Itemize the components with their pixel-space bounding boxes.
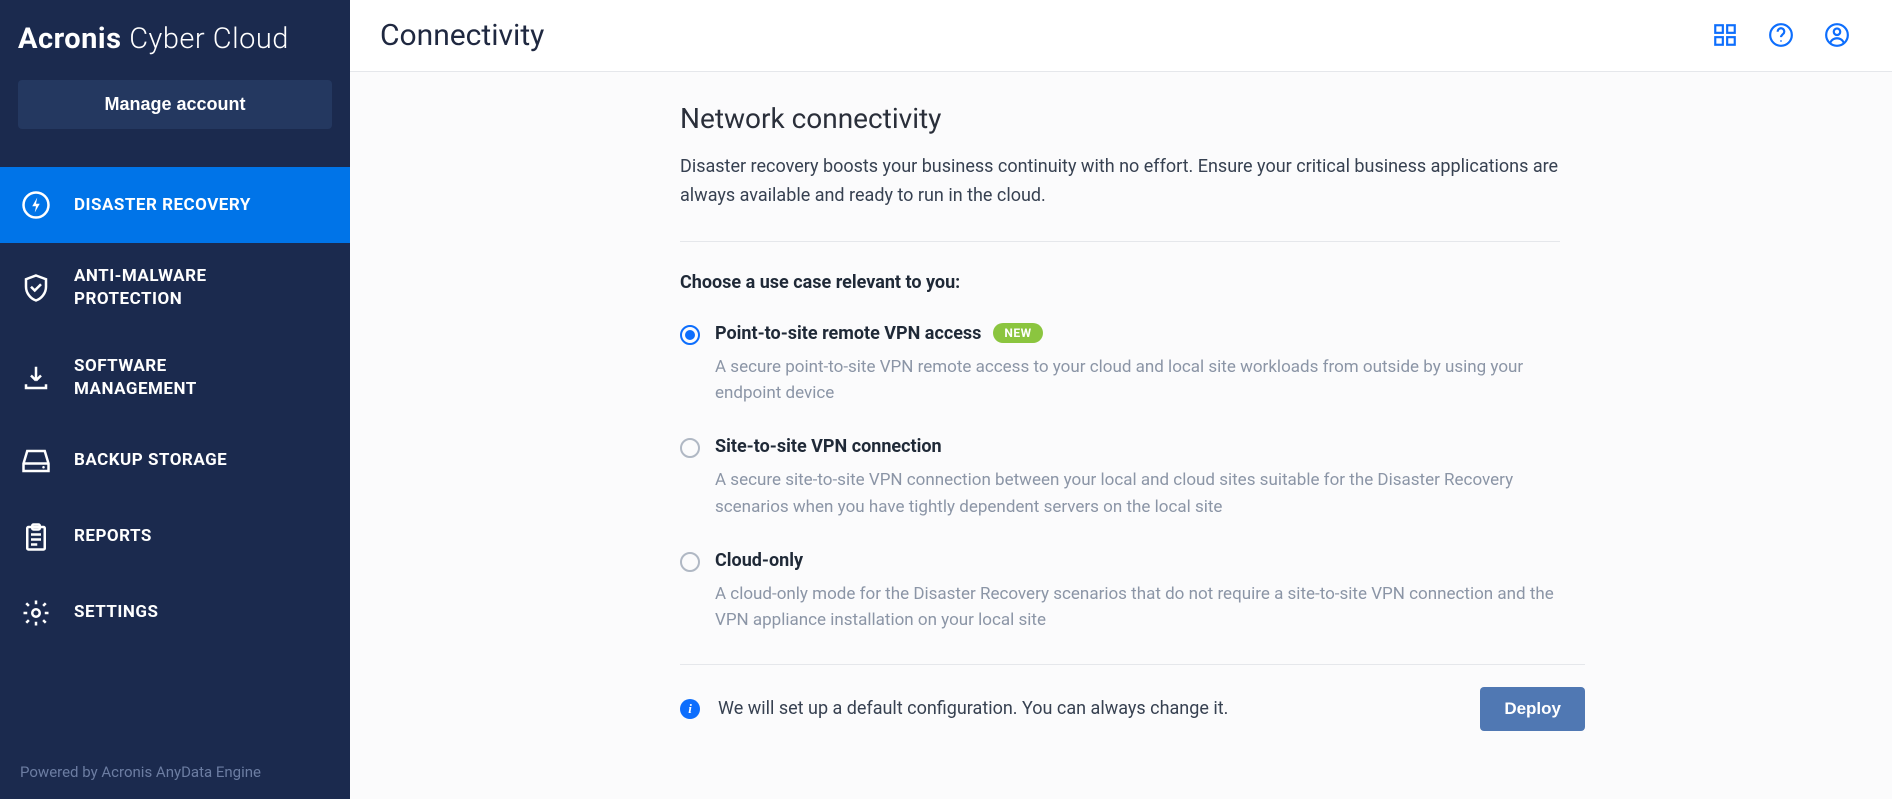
gear-icon: [20, 597, 52, 629]
sidebar-item-software-management[interactable]: SOFTWARE MANAGEMENT: [0, 333, 350, 423]
sidebar-item-settings[interactable]: SETTINGS: [0, 575, 350, 651]
account-icon[interactable]: [1824, 22, 1852, 50]
manage-account-button[interactable]: Manage account: [18, 80, 332, 129]
divider: [680, 241, 1560, 242]
section-description: Disaster recovery boosts your business c…: [680, 153, 1560, 211]
page-title: Connectivity: [380, 18, 544, 53]
info-icon: i: [680, 699, 700, 719]
option-title-row: Site-to-site VPN connection: [715, 436, 1580, 457]
sidebar-item-reports[interactable]: REPORTS: [0, 499, 350, 575]
option-description: A secure point-to-site VPN remote access…: [715, 354, 1580, 407]
deploy-button[interactable]: Deploy: [1480, 687, 1585, 731]
option-point-to-site[interactable]: Point-to-site remote VPN access NEW A se…: [680, 323, 1580, 407]
option-description: A secure site-to-site VPN connection bet…: [715, 467, 1580, 520]
sidebar-item-backup-storage[interactable]: BACKUP STORAGE: [0, 423, 350, 499]
option-title: Site-to-site VPN connection: [715, 436, 942, 457]
option-title: Point-to-site remote VPN access: [715, 323, 981, 344]
section-heading: Network connectivity: [680, 102, 1852, 135]
sidebar-item-label: BACKUP STORAGE: [74, 449, 227, 472]
topbar: Connectivity: [350, 0, 1892, 72]
footer-row: i We will set up a default configuration…: [680, 664, 1585, 751]
radio-icon[interactable]: [680, 552, 700, 572]
sidebar-item-disaster-recovery[interactable]: DISASTER RECOVERY: [0, 167, 350, 243]
download-icon: [20, 362, 52, 394]
sidebar-item-label: SETTINGS: [74, 601, 158, 624]
choose-label: Choose a use case relevant to you:: [680, 272, 1852, 293]
radio-icon[interactable]: [680, 325, 700, 345]
option-title: Cloud-only: [715, 550, 803, 571]
brand-logo: Acronis Cyber Cloud: [0, 0, 350, 80]
sidebar-item-label: SOFTWARE MANAGEMENT: [74, 355, 294, 401]
option-cloud-only[interactable]: Cloud-only A cloud-only mode for the Dis…: [680, 550, 1580, 634]
sidebar-item-anti-malware[interactable]: ANTI-MALWARE PROTECTION: [0, 243, 350, 333]
option-body: Cloud-only A cloud-only mode for the Dis…: [715, 550, 1580, 634]
brand-bold: Acronis: [18, 22, 121, 56]
option-site-to-site[interactable]: Site-to-site VPN connection A secure sit…: [680, 436, 1580, 520]
footer-info-text: We will set up a default configuration. …: [718, 698, 1228, 719]
nav: DISASTER RECOVERY ANTI-MALWARE PROTECTIO…: [0, 167, 350, 745]
sidebar-footer: Powered by Acronis AnyData Engine: [0, 745, 350, 799]
sidebar-item-label: REPORTS: [74, 525, 152, 548]
option-body: Point-to-site remote VPN access NEW A se…: [715, 323, 1580, 407]
option-body: Site-to-site VPN connection A secure sit…: [715, 436, 1580, 520]
drive-icon: [20, 445, 52, 477]
option-description: A cloud-only mode for the Disaster Recov…: [715, 581, 1580, 634]
main: Connectivity Network connectivity Disast…: [350, 0, 1892, 799]
content: Network connectivity Disaster recovery b…: [350, 72, 1892, 799]
new-badge: NEW: [993, 323, 1042, 343]
bolt-icon: [20, 189, 52, 221]
option-title-row: Cloud-only: [715, 550, 1580, 571]
shield-icon: [20, 272, 52, 304]
option-title-row: Point-to-site remote VPN access NEW: [715, 323, 1580, 344]
apps-icon[interactable]: [1712, 22, 1740, 50]
brand-light: Cyber Cloud: [129, 22, 289, 56]
topbar-icons: [1712, 22, 1852, 50]
sidebar: Acronis Cyber Cloud Manage account DISAS…: [0, 0, 350, 799]
sidebar-item-label: ANTI-MALWARE PROTECTION: [74, 265, 294, 311]
help-icon[interactable]: [1768, 22, 1796, 50]
sidebar-item-label: DISASTER RECOVERY: [74, 194, 251, 217]
radio-icon[interactable]: [680, 438, 700, 458]
clipboard-icon: [20, 521, 52, 553]
footer-left: i We will set up a default configuration…: [680, 698, 1228, 719]
